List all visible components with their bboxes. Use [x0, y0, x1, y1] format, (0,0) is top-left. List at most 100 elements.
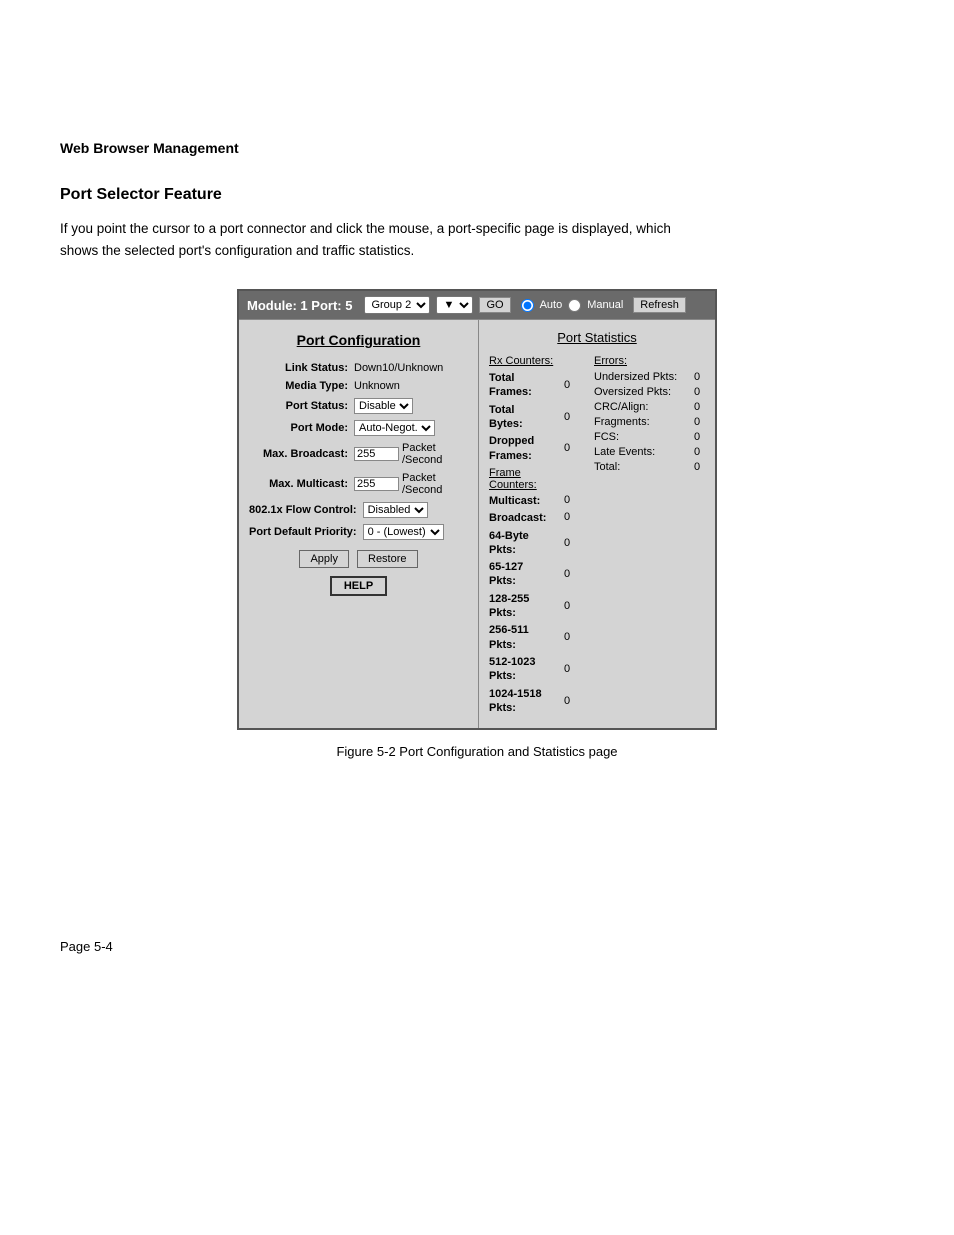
group-select[interactable]: Group 2 [364, 296, 430, 314]
link-status-label: Link Status: [249, 362, 354, 374]
total-errors-row: Total: 0 [594, 461, 705, 473]
512-1023-value: 0 [564, 655, 580, 675]
fcs-value: 0 [694, 431, 700, 443]
total-bytes-row: TotalBytes: 0 [489, 403, 594, 432]
broadcast-label: Broadcast: [489, 511, 564, 525]
port-config-panel: Port Configuration Link Status: Down10/U… [239, 320, 479, 728]
128-255-value: 0 [564, 592, 580, 612]
page-header: Web Browser Management [60, 140, 894, 156]
manual-radio[interactable] [568, 299, 581, 312]
top-bar: Module: 1 Port: 5 Group 2 ▼ GO Auto Manu… [239, 291, 715, 319]
rx-counters-header: Rx Counters: [489, 355, 594, 367]
screenshot-box: Module: 1 Port: 5 Group 2 ▼ GO Auto Manu… [237, 289, 717, 730]
dropped-frames-label: DroppedFrames: [489, 434, 564, 463]
late-events-row: Late Events: 0 [594, 446, 705, 458]
flow-control-label: 802.1x Flow Control: [249, 504, 363, 516]
crc-align-row: CRC/Align: 0 [594, 401, 705, 413]
multicast-value: 0 [564, 494, 580, 506]
fcs-row: FCS: 0 [594, 431, 705, 443]
total-frames-row: TotalFrames: 0 [489, 371, 594, 400]
oversized-label: Oversized Pkts: [594, 386, 694, 398]
total-bytes-label: TotalBytes: [489, 403, 564, 432]
errors-header: Errors: [594, 355, 705, 367]
broadcast-value: 0 [564, 511, 580, 523]
256-511-value: 0 [564, 623, 580, 643]
crc-align-label: CRC/Align: [594, 401, 694, 413]
fcs-label: FCS: [594, 431, 694, 443]
page-number: Page 5-4 [60, 939, 894, 954]
65-127-row: 65-127Pkts: 0 [489, 560, 594, 589]
max-multicast-input[interactable] [354, 477, 399, 491]
port-priority-select[interactable]: 0 - (Lowest) [363, 524, 444, 540]
max-broadcast-row: Max. Broadcast: Packet /Second [249, 442, 468, 466]
128-255-label: 128-255Pkts: [489, 592, 564, 621]
dropped-frames-value: 0 [564, 434, 580, 454]
undersized-label: Undersized Pkts: [594, 371, 694, 383]
1024-1518-row: 1024-1518Pkts: 0 [489, 687, 594, 716]
256-511-label: 256-511Pkts: [489, 623, 564, 652]
port-priority-row: Port Default Priority: 0 - (Lowest) [249, 524, 468, 540]
undersized-row: Undersized Pkts: 0 [594, 371, 705, 383]
restore-button[interactable]: Restore [357, 550, 418, 568]
64byte-label: 64-BytePkts: [489, 529, 564, 558]
flow-control-select[interactable]: Disabled [363, 502, 428, 518]
max-multicast-label: Max. Multicast: [249, 478, 354, 490]
crc-align-value: 0 [694, 401, 700, 413]
total-errors-label: Total: [594, 461, 694, 473]
max-broadcast-label: Max. Broadcast: [249, 448, 354, 460]
port-stats-title: Port Statistics [489, 330, 705, 345]
refresh-button[interactable]: Refresh [633, 297, 686, 313]
link-status-value: Down10/Unknown [354, 362, 443, 374]
media-type-row: Media Type: Unknown [249, 380, 468, 392]
undersized-value: 0 [694, 371, 700, 383]
auto-radio[interactable] [521, 299, 534, 312]
apply-button[interactable]: Apply [299, 550, 349, 568]
radio-group: Auto Manual [521, 299, 624, 312]
port-mode-label: Port Mode: [249, 422, 354, 434]
port-mode-row: Port Mode: Auto-Negot. [249, 420, 468, 436]
late-events-value: 0 [694, 446, 700, 458]
1024-1518-value: 0 [564, 687, 580, 707]
max-broadcast-unit: Packet /Second [402, 442, 468, 466]
total-errors-value: 0 [694, 461, 700, 473]
max-multicast-row: Max. Multicast: Packet /Second [249, 472, 468, 496]
module-port-label: Module: 1 Port: 5 [247, 298, 352, 313]
port-mode-select[interactable]: Auto-Negot. [354, 420, 435, 436]
dropped-frames-row: DroppedFrames: 0 [489, 434, 594, 463]
128-255-row: 128-255Pkts: 0 [489, 592, 594, 621]
fragments-row: Fragments: 0 [594, 416, 705, 428]
secondary-select[interactable]: ▼ [436, 296, 473, 314]
config-buttons: Apply Restore [249, 550, 468, 568]
512-1023-label: 512-1023Pkts: [489, 655, 564, 684]
help-button-container: HELP [249, 576, 468, 596]
section-description: If you point the cursor to a port connec… [60, 218, 680, 261]
port-status-select[interactable]: Disable [354, 398, 413, 414]
port-priority-label: Port Default Priority: [249, 526, 363, 538]
512-1023-row: 512-1023Pkts: 0 [489, 655, 594, 684]
total-frames-value: 0 [564, 371, 580, 391]
64byte-row: 64-BytePkts: 0 [489, 529, 594, 558]
media-type-label: Media Type: [249, 380, 354, 392]
max-broadcast-input[interactable] [354, 447, 399, 461]
late-events-label: Late Events: [594, 446, 694, 458]
frame-counters-header: FrameCounters: [489, 467, 594, 491]
multicast-row: Multicast: 0 [489, 494, 594, 508]
manual-label: Manual [587, 299, 623, 311]
oversized-row: Oversized Pkts: 0 [594, 386, 705, 398]
section-title: Port Selector Feature [60, 186, 894, 204]
port-status-row: Port Status: Disable [249, 398, 468, 414]
flow-control-row: 802.1x Flow Control: Disabled [249, 502, 468, 518]
go-button[interactable]: GO [479, 297, 510, 313]
main-content: Port Configuration Link Status: Down10/U… [239, 319, 715, 728]
total-frames-label: TotalFrames: [489, 371, 564, 400]
65-127-value: 0 [564, 560, 580, 580]
stats-col-left: Rx Counters: TotalFrames: 0 TotalBytes: … [489, 355, 594, 718]
help-button[interactable]: HELP [330, 576, 387, 596]
1024-1518-label: 1024-1518Pkts: [489, 687, 564, 716]
port-config-title: Port Configuration [249, 332, 468, 348]
oversized-value: 0 [694, 386, 700, 398]
64byte-value: 0 [564, 529, 580, 549]
fragments-label: Fragments: [594, 416, 694, 428]
stats-columns: Rx Counters: TotalFrames: 0 TotalBytes: … [489, 355, 705, 718]
port-stats-panel: Port Statistics Rx Counters: TotalFrames… [479, 320, 715, 728]
